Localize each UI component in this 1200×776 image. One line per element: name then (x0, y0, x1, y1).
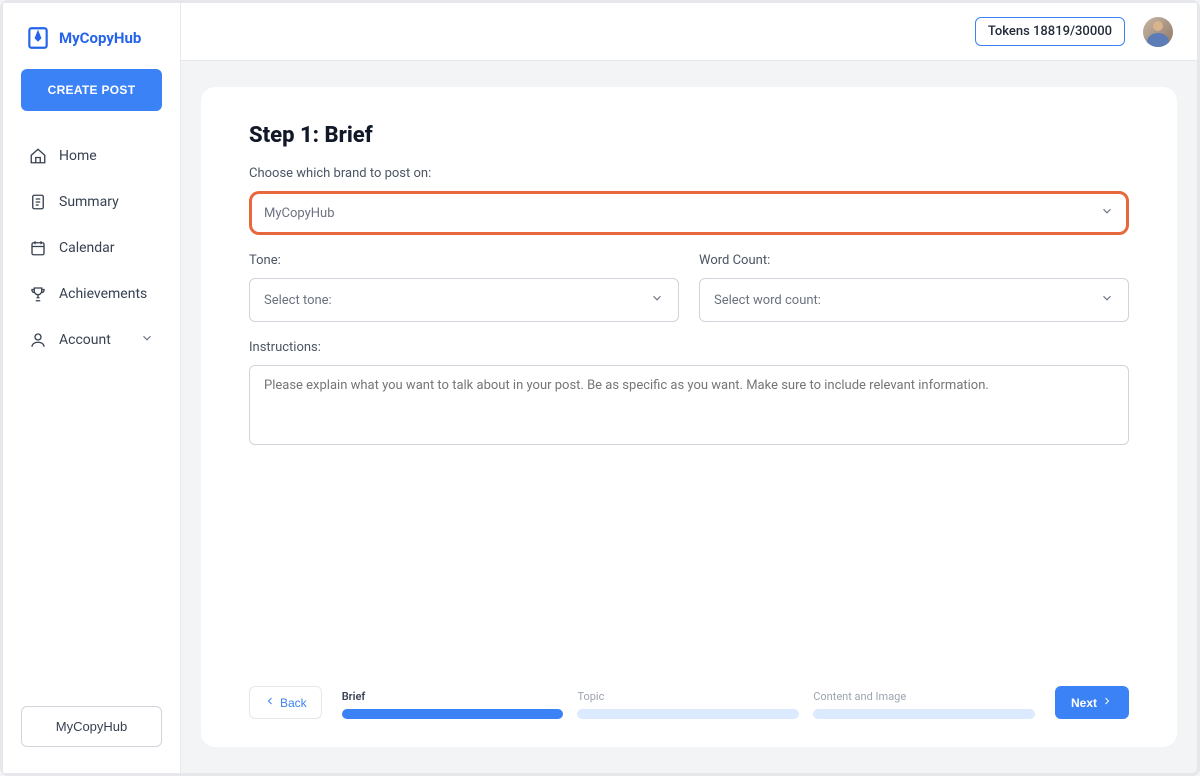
instructions-field: Instructions: (249, 340, 1129, 445)
tone-select[interactable]: Select tone: (249, 278, 679, 322)
sidebar-item-label: Achievements (59, 286, 147, 302)
tone-select-value: Select tone: (264, 293, 332, 308)
progress-bar (577, 709, 799, 719)
sidebar: MyCopyHub CREATE POST Home Summary Calen… (3, 3, 181, 773)
logo[interactable]: MyCopyHub (3, 21, 180, 69)
wordcount-select-value: Select word count: (714, 293, 821, 308)
calendar-icon (29, 239, 47, 257)
sidebar-item-home[interactable]: Home (17, 137, 166, 175)
page-icon (29, 193, 47, 211)
progress-step-label: Topic (577, 690, 799, 703)
next-button-label: Next (1071, 696, 1097, 710)
chevron-right-icon (1101, 695, 1113, 710)
logo-icon (25, 25, 51, 51)
workspace-switcher-button[interactable]: MyCopyHub (21, 706, 162, 747)
brand-label: Choose which brand to post on: (249, 166, 1129, 181)
sidebar-nav: Home Summary Calendar Achievements Accou… (3, 137, 180, 359)
instructions-label: Instructions: (249, 340, 1129, 355)
home-icon (29, 147, 47, 165)
user-icon (29, 331, 47, 349)
sidebar-item-label: Home (59, 148, 97, 164)
next-button[interactable]: Next (1055, 686, 1129, 719)
wordcount-select[interactable]: Select word count: (699, 278, 1129, 322)
progress-bar (342, 709, 564, 719)
brand-select-value: MyCopyHub (264, 206, 335, 221)
back-button[interactable]: Back (249, 686, 322, 719)
back-button-label: Back (280, 696, 307, 710)
tone-label: Tone: (249, 253, 679, 268)
avatar[interactable] (1143, 17, 1173, 47)
sidebar-footer: MyCopyHub (3, 706, 180, 773)
sidebar-item-label: Calendar (59, 240, 115, 256)
trophy-icon (29, 285, 47, 303)
progress-step-label: Brief (342, 690, 564, 703)
wizard-footer: Back Brief Topic Content and Image Next (249, 686, 1129, 719)
sidebar-item-achievements[interactable]: Achievements (17, 275, 166, 313)
progress-bar (813, 709, 1035, 719)
wordcount-label: Word Count: (699, 253, 1129, 268)
instructions-textarea[interactable] (249, 365, 1129, 445)
chevron-down-icon (1100, 204, 1114, 222)
topbar: Tokens 18819/30000 (181, 3, 1197, 61)
progress-step-brief: Brief (342, 690, 564, 719)
progress-steps: Brief Topic Content and Image (342, 690, 1035, 719)
logo-text: MyCopyHub (59, 29, 141, 47)
sidebar-item-calendar[interactable]: Calendar (17, 229, 166, 267)
brand-field: Choose which brand to post on: MyCopyHub (249, 166, 1129, 235)
sidebar-item-label: Summary (59, 194, 119, 210)
wordcount-field: Word Count: Select word count: (699, 253, 1129, 322)
wizard-card: Step 1: Brief Choose which brand to post… (201, 87, 1177, 747)
brand-select[interactable]: MyCopyHub (249, 191, 1129, 235)
progress-step-label: Content and Image (813, 690, 1035, 703)
main: Step 1: Brief Choose which brand to post… (181, 61, 1197, 773)
tone-field: Tone: Select tone: (249, 253, 679, 322)
chevron-down-icon (650, 291, 664, 309)
chevron-down-icon (140, 331, 154, 349)
sidebar-item-account[interactable]: Account (17, 321, 166, 359)
progress-step-content: Content and Image (813, 690, 1035, 719)
progress-step-topic: Topic (577, 690, 799, 719)
sidebar-item-label: Account (59, 332, 111, 348)
create-post-button[interactable]: CREATE POST (21, 69, 162, 111)
step-title: Step 1: Brief (249, 123, 1129, 148)
sidebar-item-summary[interactable]: Summary (17, 183, 166, 221)
chevron-left-icon (264, 695, 276, 710)
chevron-down-icon (1100, 291, 1114, 309)
token-counter[interactable]: Tokens 18819/30000 (975, 17, 1125, 46)
